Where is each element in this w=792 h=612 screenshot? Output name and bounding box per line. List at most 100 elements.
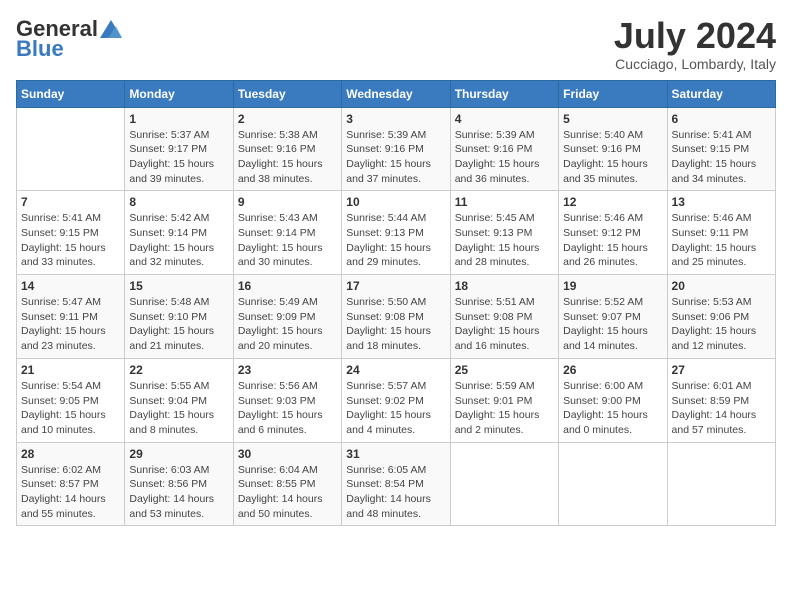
day-number: 17 xyxy=(346,279,445,293)
calendar-cell: 14 Sunrise: 5:47 AM Sunset: 9:11 PM Dayli… xyxy=(17,275,125,359)
day-number: 25 xyxy=(455,363,554,377)
calendar-cell: 26 Sunrise: 6:00 AM Sunset: 9:00 PM Dayli… xyxy=(559,358,667,442)
calendar-cell: 18 Sunrise: 5:51 AM Sunset: 9:08 PM Dayli… xyxy=(450,275,558,359)
page-header: General Blue July 2024 Cucciago, Lombard… xyxy=(16,16,776,72)
day-of-week-header: Sunday xyxy=(17,80,125,107)
cell-sun-info: Sunrise: 5:46 AM Sunset: 9:11 PM Dayligh… xyxy=(672,211,771,270)
day-number: 29 xyxy=(129,447,228,461)
cell-sun-info: Sunrise: 5:48 AM Sunset: 9:10 PM Dayligh… xyxy=(129,295,228,354)
cell-sun-info: Sunrise: 6:03 AM Sunset: 8:56 PM Dayligh… xyxy=(129,463,228,522)
calendar-cell: 15 Sunrise: 5:48 AM Sunset: 9:10 PM Dayli… xyxy=(125,275,233,359)
calendar-cell: 8 Sunrise: 5:42 AM Sunset: 9:14 PM Daylig… xyxy=(125,191,233,275)
cell-sun-info: Sunrise: 5:52 AM Sunset: 9:07 PM Dayligh… xyxy=(563,295,662,354)
calendar-cell: 10 Sunrise: 5:44 AM Sunset: 9:13 PM Dayli… xyxy=(342,191,450,275)
day-number: 19 xyxy=(563,279,662,293)
cell-sun-info: Sunrise: 5:39 AM Sunset: 9:16 PM Dayligh… xyxy=(455,128,554,187)
cell-sun-info: Sunrise: 5:46 AM Sunset: 9:12 PM Dayligh… xyxy=(563,211,662,270)
day-number: 11 xyxy=(455,195,554,209)
cell-sun-info: Sunrise: 5:54 AM Sunset: 9:05 PM Dayligh… xyxy=(21,379,120,438)
cell-sun-info: Sunrise: 5:39 AM Sunset: 9:16 PM Dayligh… xyxy=(346,128,445,187)
calendar-cell: 9Sunrise: 5:43 AM Sunset: 9:14 PM Daylig… xyxy=(233,191,341,275)
calendar-cell xyxy=(450,442,558,526)
day-number: 13 xyxy=(672,195,771,209)
day-number: 26 xyxy=(563,363,662,377)
day-number: 6 xyxy=(672,112,771,126)
day-number: 1 xyxy=(129,112,228,126)
cell-sun-info: Sunrise: 5:56 AM Sunset: 9:03 PM Dayligh… xyxy=(238,379,337,438)
day-number: 20 xyxy=(672,279,771,293)
calendar-cell: 29 Sunrise: 6:03 AM Sunset: 8:56 PM Dayli… xyxy=(125,442,233,526)
day-of-week-header: Saturday xyxy=(667,80,775,107)
calendar-cell: 2 Sunrise: 5:38 AM Sunset: 9:16 PM Daylig… xyxy=(233,107,341,191)
day-number: 2 xyxy=(238,112,337,126)
day-of-week-header: Wednesday xyxy=(342,80,450,107)
cell-sun-info: Sunrise: 5:41 AM Sunset: 9:15 PM Dayligh… xyxy=(672,128,771,187)
calendar-week-row: 14 Sunrise: 5:47 AM Sunset: 9:11 PM Dayli… xyxy=(17,275,776,359)
cell-sun-info: Sunrise: 5:59 AM Sunset: 9:01 PM Dayligh… xyxy=(455,379,554,438)
location-subtitle: Cucciago, Lombardy, Italy xyxy=(614,56,776,72)
cell-sun-info: Sunrise: 6:00 AM Sunset: 9:00 PM Dayligh… xyxy=(563,379,662,438)
cell-sun-info: Sunrise: 6:02 AM Sunset: 8:57 PM Dayligh… xyxy=(21,463,120,522)
calendar-cell: 6 Sunrise: 5:41 AM Sunset: 9:15 PM Daylig… xyxy=(667,107,775,191)
cell-sun-info: Sunrise: 5:53 AM Sunset: 9:06 PM Dayligh… xyxy=(672,295,771,354)
calendar-cell: 20 Sunrise: 5:53 AM Sunset: 9:06 PM Dayli… xyxy=(667,275,775,359)
cell-sun-info: Sunrise: 5:51 AM Sunset: 9:08 PM Dayligh… xyxy=(455,295,554,354)
calendar-cell: 4 Sunrise: 5:39 AM Sunset: 9:16 PM Daylig… xyxy=(450,107,558,191)
calendar-cell: 30Sunrise: 6:04 AM Sunset: 8:55 PM Dayli… xyxy=(233,442,341,526)
calendar-week-row: 1 Sunrise: 5:37 AM Sunset: 9:17 PM Daylig… xyxy=(17,107,776,191)
cell-sun-info: Sunrise: 5:47 AM Sunset: 9:11 PM Dayligh… xyxy=(21,295,120,354)
day-number: 7 xyxy=(21,195,120,209)
month-year-title: July 2024 xyxy=(614,16,776,56)
cell-sun-info: Sunrise: 5:55 AM Sunset: 9:04 PM Dayligh… xyxy=(129,379,228,438)
day-number: 28 xyxy=(21,447,120,461)
cell-sun-info: Sunrise: 5:44 AM Sunset: 9:13 PM Dayligh… xyxy=(346,211,445,270)
cell-sun-info: Sunrise: 5:50 AM Sunset: 9:08 PM Dayligh… xyxy=(346,295,445,354)
calendar-week-row: 7 Sunrise: 5:41 AM Sunset: 9:15 PM Daylig… xyxy=(17,191,776,275)
day-number: 4 xyxy=(455,112,554,126)
calendar-cell: 22 Sunrise: 5:55 AM Sunset: 9:04 PM Dayli… xyxy=(125,358,233,442)
cell-sun-info: Sunrise: 6:05 AM Sunset: 8:54 PM Dayligh… xyxy=(346,463,445,522)
calendar-cell xyxy=(667,442,775,526)
calendar-cell xyxy=(559,442,667,526)
day-number: 18 xyxy=(455,279,554,293)
day-number: 5 xyxy=(563,112,662,126)
calendar-cell: 12Sunrise: 5:46 AM Sunset: 9:12 PM Dayli… xyxy=(559,191,667,275)
cell-sun-info: Sunrise: 5:41 AM Sunset: 9:15 PM Dayligh… xyxy=(21,211,120,270)
day-number: 3 xyxy=(346,112,445,126)
calendar-cell: 28 Sunrise: 6:02 AM Sunset: 8:57 PM Dayli… xyxy=(17,442,125,526)
calendar-cell: 24 Sunrise: 5:57 AM Sunset: 9:02 PM Dayli… xyxy=(342,358,450,442)
calendar-cell: 13 Sunrise: 5:46 AM Sunset: 9:11 PM Dayli… xyxy=(667,191,775,275)
day-of-week-header: Tuesday xyxy=(233,80,341,107)
day-of-week-header: Monday xyxy=(125,80,233,107)
day-number: 24 xyxy=(346,363,445,377)
calendar-cell: 23Sunrise: 5:56 AM Sunset: 9:03 PM Dayli… xyxy=(233,358,341,442)
cell-sun-info: Sunrise: 5:45 AM Sunset: 9:13 PM Dayligh… xyxy=(455,211,554,270)
calendar-week-row: 21Sunrise: 5:54 AM Sunset: 9:05 PM Dayli… xyxy=(17,358,776,442)
day-number: 22 xyxy=(129,363,228,377)
cell-sun-info: Sunrise: 5:42 AM Sunset: 9:14 PM Dayligh… xyxy=(129,211,228,270)
day-number: 9 xyxy=(238,195,337,209)
calendar-cell: 21Sunrise: 5:54 AM Sunset: 9:05 PM Dayli… xyxy=(17,358,125,442)
calendar-cell: 11 Sunrise: 5:45 AM Sunset: 9:13 PM Dayli… xyxy=(450,191,558,275)
day-number: 14 xyxy=(21,279,120,293)
cell-sun-info: Sunrise: 5:38 AM Sunset: 9:16 PM Dayligh… xyxy=(238,128,337,187)
day-number: 8 xyxy=(129,195,228,209)
logo-icon xyxy=(100,20,122,38)
day-number: 10 xyxy=(346,195,445,209)
day-number: 27 xyxy=(672,363,771,377)
calendar-cell: 3 Sunrise: 5:39 AM Sunset: 9:16 PM Daylig… xyxy=(342,107,450,191)
cell-sun-info: Sunrise: 5:37 AM Sunset: 9:17 PM Dayligh… xyxy=(129,128,228,187)
day-of-week-header: Thursday xyxy=(450,80,558,107)
logo: General Blue xyxy=(16,16,122,62)
calendar-cell: 16 Sunrise: 5:49 AM Sunset: 9:09 PM Dayli… xyxy=(233,275,341,359)
cell-sun-info: Sunrise: 5:49 AM Sunset: 9:09 PM Dayligh… xyxy=(238,295,337,354)
cell-sun-info: Sunrise: 5:57 AM Sunset: 9:02 PM Dayligh… xyxy=(346,379,445,438)
day-number: 15 xyxy=(129,279,228,293)
day-of-week-header: Friday xyxy=(559,80,667,107)
calendar-cell: 31 Sunrise: 6:05 AM Sunset: 8:54 PM Dayli… xyxy=(342,442,450,526)
calendar-cell: 25 Sunrise: 5:59 AM Sunset: 9:01 PM Dayli… xyxy=(450,358,558,442)
calendar-cell xyxy=(17,107,125,191)
day-number: 31 xyxy=(346,447,445,461)
day-number: 16 xyxy=(238,279,337,293)
calendar-cell: 5Sunrise: 5:40 AM Sunset: 9:16 PM Daylig… xyxy=(559,107,667,191)
